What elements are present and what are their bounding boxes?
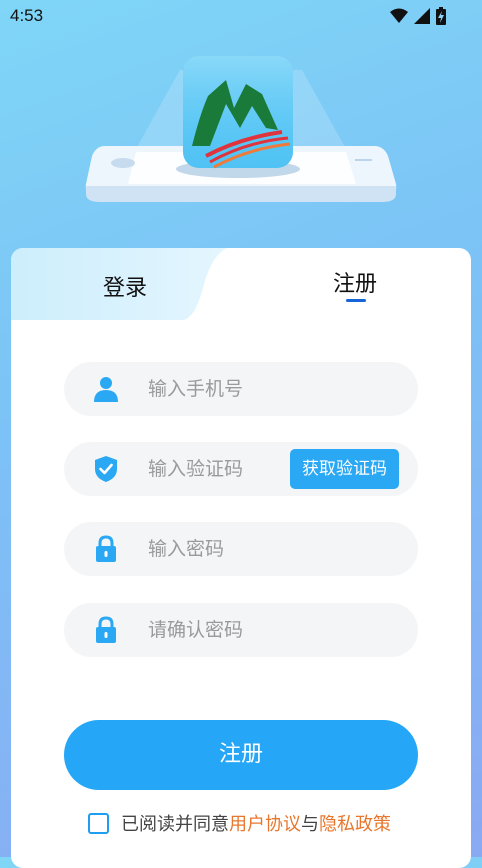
confirm-password-input[interactable] [148, 603, 298, 657]
code-input[interactable] [148, 442, 298, 496]
battery-charging-icon [436, 7, 446, 25]
agreement-connector: 与 [301, 814, 319, 835]
user-agreement-link[interactable]: 用户协议 [229, 810, 301, 836]
status-icons [390, 7, 446, 25]
agreement-checkbox[interactable] [88, 812, 109, 834]
agreement-row: 已阅读并同意 用户协议 与 隐私政策 [88, 810, 391, 836]
agreement-prefix: 已阅读并同意 [121, 814, 229, 835]
privacy-policy-link[interactable]: 隐私政策 [319, 810, 391, 836]
register-card: 登录 注册 获取验证码 注册 [11, 248, 471, 868]
confirm-password-field[interactable] [64, 603, 418, 657]
password-input[interactable] [148, 522, 298, 576]
signal-icon [414, 8, 430, 24]
tab-login[interactable]: 登录 [103, 270, 147, 302]
tab-login-background [11, 248, 227, 320]
status-time: 4:53 [10, 6, 44, 25]
tab-register[interactable]: 注册 [333, 266, 377, 298]
shield-check-icon [95, 456, 117, 482]
phone-field[interactable] [64, 362, 418, 416]
wifi-icon [390, 8, 408, 23]
get-code-button[interactable]: 获取验证码 [290, 449, 399, 489]
lock-icon [96, 535, 116, 562]
status-bar: 4:53 [0, 0, 482, 34]
hero-illustration [0, 34, 482, 246]
phone-input[interactable] [148, 362, 298, 416]
user-icon [94, 377, 118, 402]
register-button[interactable]: 注册 [64, 720, 418, 790]
app-logo-icon [183, 56, 293, 169]
lock-icon [96, 616, 116, 643]
code-field[interactable]: 获取验证码 [64, 442, 418, 496]
tab-active-indicator [346, 299, 366, 302]
password-field[interactable] [64, 522, 418, 576]
